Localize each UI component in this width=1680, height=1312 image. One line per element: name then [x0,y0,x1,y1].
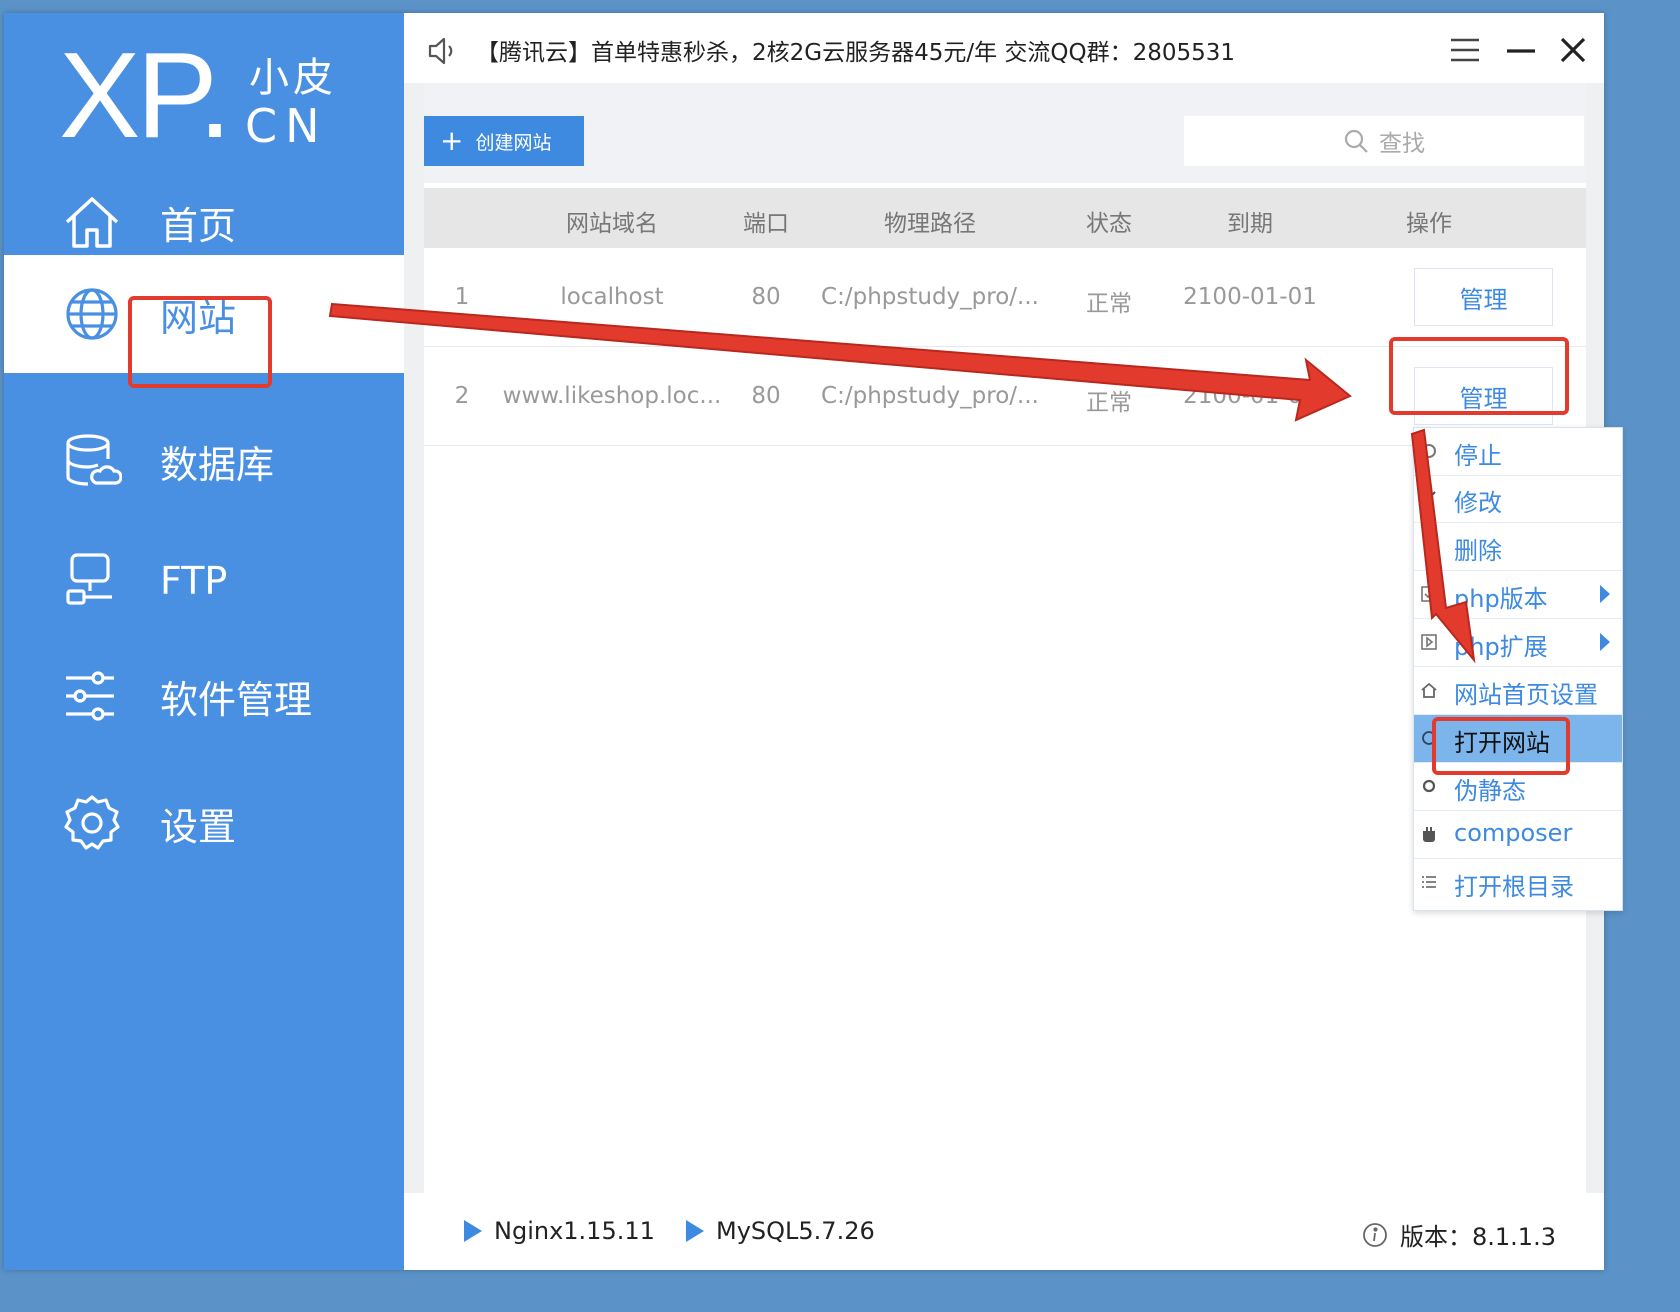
sidebar-item-database[interactable]: 数据库 [4,402,404,520]
ftp-server-icon [62,551,122,611]
menu-item-label: 停止 [1454,442,1502,470]
sidebar-item-settings[interactable]: 设置 [4,764,404,882]
menu-icon[interactable] [1448,33,1482,67]
manage-button[interactable]: 管理 [1414,268,1553,326]
sidebar-item-label: 设置 [160,804,237,849]
homepage-icon [1421,682,1437,698]
menu-item-delete[interactable]: 删除 [1414,523,1622,571]
sidebar: XP. 小皮 CN 首页 网站 数据库 FTP 软件管理 设置 [4,13,404,1270]
composer-icon [1423,827,1435,842]
create-site-label: 创建网站 [475,131,552,154]
status-bar: Nginx1.15.11 MySQL5.7.26 版本：8.1.1.3 [404,1193,1604,1270]
menu-item-label: 打开根目录 [1454,873,1574,901]
menu-item-php-version[interactable]: php版本 [1414,571,1622,619]
column-header: 到期 [1227,211,1273,237]
logo: XP. 小皮 CN [59,25,359,165]
menu-item-label: php扩展 [1454,633,1548,661]
folder-list-icon [1422,876,1436,888]
nginx-status[interactable]: Nginx1.15.11 [464,1217,655,1245]
sidebar-item-label: 数据库 [160,442,275,487]
column-header: 网站域名 [566,211,658,237]
column-header: 状态 [1086,211,1132,237]
column-header: 物理路径 [884,211,976,237]
table-row: 1 localhost 80 C:/phpstudy_pro/... 正常 21… [424,248,1586,347]
menu-item-stop[interactable]: 停止 [1414,428,1622,476]
column-header: 端口 [743,211,789,237]
row-path: C:/phpstudy_pro/... [821,284,1039,310]
highlight-manage-button [1389,337,1569,415]
menu-item-composer[interactable]: composer [1414,811,1622,859]
row-domain: www.likeshop.loc... [502,383,722,409]
submenu-arrow-icon [1600,585,1610,603]
search-placeholder: 查找 [1379,131,1425,157]
menu-item-label: 伪静态 [1454,777,1526,805]
version-label: 版本：8.1.1.3 [1400,1223,1556,1251]
globe-icon [62,284,122,344]
rewrite-icon [1422,779,1436,793]
menu-item-open-root[interactable]: 打开根目录 [1414,859,1622,906]
row-index: 1 [454,284,470,310]
logo-chinese: 小皮 [249,55,337,101]
submenu-arrow-icon [1600,633,1610,651]
minimize-icon[interactable] [1504,33,1538,67]
sidebar-item-label: 软件管理 [160,677,313,722]
menu-item-label: php版本 [1454,585,1548,613]
title-bar: 【腾讯云】首单特惠秒杀，2核2G云服务器45元/年 交流QQ群：2805531 [404,13,1604,83]
sidebar-item-software[interactable]: 软件管理 [4,637,404,755]
row-expiry: 2100-01-07 [1183,383,1317,409]
row-index: 2 [454,383,470,409]
close-icon[interactable] [1556,33,1590,67]
nginx-label: Nginx1.15.11 [494,1217,655,1245]
edit-icon [1422,491,1436,505]
play-icon [686,1220,704,1242]
sidebar-item-label: 首页 [160,203,237,248]
highlight-website-nav [128,296,272,388]
database-icon [62,431,123,491]
manage-dropdown-menu: 停止 修改 删除 php版本 php扩展 网站首页设置 打开网站 伪静态 com… [1413,427,1623,911]
home-icon [62,192,122,252]
menu-item-label: composer [1454,819,1573,847]
row-status: 正常 [1086,390,1132,416]
mysql-label: MySQL5.7.26 [716,1217,875,1245]
plus-icon: + [440,124,464,157]
logo-xp: XP. [59,27,232,163]
trash-icon [1423,540,1435,554]
mysql-status[interactable]: MySQL5.7.26 [686,1217,875,1245]
row-domain: localhost [560,284,664,310]
row-path: C:/phpstudy_pro/... [821,383,1039,409]
php-extension-icon [1421,634,1437,650]
speaker-icon [426,35,458,67]
create-site-button[interactable]: + 创建网站 [424,116,584,166]
logo-cn: CN [245,99,328,153]
info-icon [1363,1222,1387,1247]
menu-item-label: 网站首页设置 [1454,681,1598,709]
gear-icon [62,793,122,853]
highlight-open-site [1432,717,1570,775]
row-port: 80 [751,383,781,409]
version-info: 版本：8.1.1.3 [1362,1217,1556,1252]
php-version-icon [1421,586,1437,602]
menu-item-edit[interactable]: 修改 [1414,475,1622,523]
sidebar-item-ftp[interactable]: FTP [4,522,404,640]
menu-item-label: 删除 [1454,537,1502,565]
row-port: 80 [751,284,781,310]
menu-item-label: 修改 [1454,489,1502,517]
menu-item-homepage-settings[interactable]: 网站首页设置 [1414,667,1622,715]
ad-notice[interactable]: 【腾讯云】首单特惠秒杀，2核2G云服务器45元/年 交流QQ群：2805531 [476,33,1235,67]
sliders-icon [62,666,122,726]
sidebar-item-label: FTP [160,559,228,603]
stop-icon [1422,444,1436,458]
app-window: XP. 小皮 CN 首页 网站 数据库 FTP 软件管理 设置 【腾讯云】首单特… [4,13,1604,1270]
play-icon [464,1220,482,1242]
table-header: 网站域名 端口 物理路径 状态 到期 操作 [424,188,1586,248]
search-icon [1344,129,1368,153]
menu-item-php-extension[interactable]: php扩展 [1414,619,1622,667]
row-status: 正常 [1086,291,1132,317]
row-expiry: 2100-01-01 [1183,284,1317,310]
column-header: 操作 [1406,211,1452,237]
search-input[interactable]: 查找 [1184,116,1584,166]
